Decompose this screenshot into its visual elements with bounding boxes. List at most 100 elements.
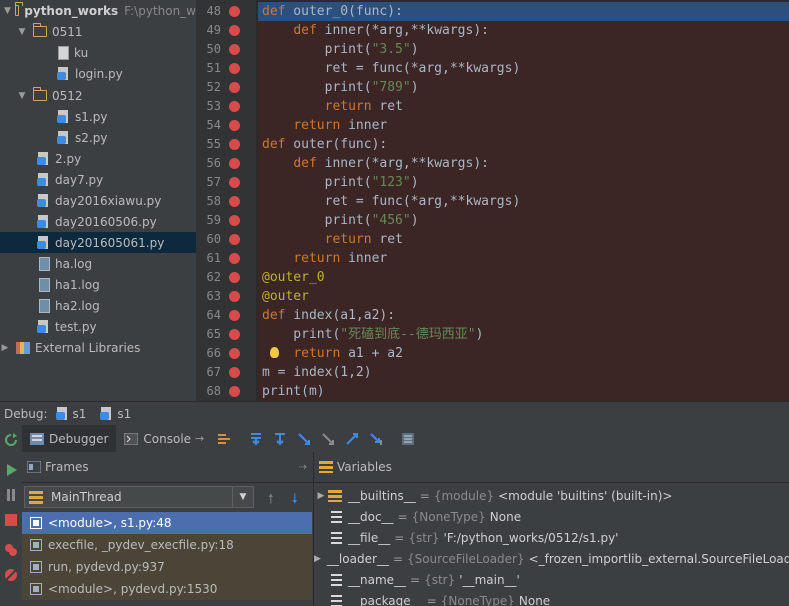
code-line[interactable]: 56 def inner(*arg,**kwargs): [196, 154, 789, 173]
tree-item-python-works[interactable]: ▼ python_works F:\python_w [0, 0, 196, 21]
breakpoint-icon[interactable] [229, 158, 240, 169]
frame-row[interactable]: <module>, s1.py:48 [22, 512, 312, 534]
frame-row[interactable]: execfile, _pydev_execfile.py:18 [22, 534, 312, 556]
code-line[interactable]: 53 return ret [196, 97, 789, 116]
evaluate-expression-icon[interactable] [401, 432, 415, 446]
code-line[interactable]: 65 print("死磕到底--德玛西亚") [196, 325, 789, 344]
tree-item-s1-py[interactable]: s1.py [0, 106, 196, 127]
code-line[interactable]: 63 @outer [196, 287, 789, 306]
view-breakpoints-icon[interactable] [4, 543, 18, 557]
variable-row[interactable]: __file__ = {str} 'F:/python_works/0512/s1.p… [314, 527, 789, 548]
breakpoint-icon[interactable] [229, 234, 240, 245]
force-step-into-icon[interactable] [321, 432, 335, 446]
breakpoint-icon[interactable] [229, 310, 240, 321]
code-line[interactable]: 49 def inner(*arg,**kwargs): [196, 21, 789, 40]
breakpoint-icon[interactable] [229, 253, 240, 264]
step-over-icon[interactable] [249, 432, 263, 446]
arrow-up-icon[interactable]: 🠕 [268, 490, 274, 512]
code-line[interactable]: 60 return ret [196, 230, 789, 249]
tab-console[interactable]: Console → [116, 425, 212, 452]
tree-item-login-py[interactable]: login.py [0, 63, 196, 84]
rerun-icon[interactable] [4, 433, 18, 447]
code-line[interactable]: 52 print("789") [196, 78, 789, 97]
chevron-down-icon[interactable]: ▼ [17, 27, 27, 37]
tab-debugger[interactable]: Debugger [22, 425, 117, 452]
breakpoint-icon[interactable] [229, 367, 240, 378]
variable-row[interactable]: ▶ __builtins__ = {module} <module 'builtins'… [314, 485, 789, 506]
tree-item-external-libraries[interactable]: ▶ External Libraries [0, 337, 196, 358]
breakpoint-icon[interactable] [229, 25, 240, 36]
code-line[interactable]: 67 m = index(1,2) [196, 363, 789, 382]
code-line[interactable]: 57 print("123") [196, 173, 789, 192]
code-line[interactable]: 50 print("3.5") [196, 40, 789, 59]
tree-item-0512[interactable]: ▼ 0512 [0, 85, 196, 106]
chevron-right-icon[interactable]: ▶ [314, 554, 321, 564]
chevron-right-icon[interactable]: ▶ [0, 343, 10, 353]
code-line[interactable]: 61 return inner [196, 249, 789, 268]
chevron-down-icon[interactable]: ▼ [232, 487, 253, 507]
show-execution-point-icon[interactable] [217, 432, 231, 446]
breakpoint-icon[interactable] [229, 177, 240, 188]
step-into-icon[interactable] [273, 432, 287, 446]
tree-item-day2016xiawu-py[interactable]: day2016xiawu.py [0, 190, 196, 211]
run-tab-s1-second[interactable]: s1 [100, 407, 131, 421]
step-out-icon[interactable] [345, 432, 359, 446]
breakpoint-icon[interactable] [229, 82, 240, 93]
resume-icon[interactable] [4, 463, 18, 477]
code-line[interactable]: 55 def outer(func): [196, 135, 789, 154]
run-to-cursor-icon[interactable] [369, 432, 383, 446]
tree-item-ku[interactable]: ku [0, 42, 196, 63]
code-line[interactable]: 68 print(m) [196, 382, 789, 401]
tree-item-ha2-log[interactable]: ha2.log [0, 295, 196, 316]
step-into-my-code-icon[interactable] [297, 432, 311, 446]
tree-item-test-py[interactable]: test.py [0, 316, 196, 337]
code-line[interactable]: 64 def index(a1,a2): [196, 306, 789, 325]
breakpoint-icon[interactable] [229, 272, 240, 283]
code-line[interactable]: 58 ret = func(*arg,**kwargs) [196, 192, 789, 211]
tree-item-ha1-log[interactable]: ha1.log [0, 274, 196, 295]
thread-select[interactable]: MainThread ▼ [24, 486, 254, 508]
breakpoint-icon[interactable] [229, 329, 240, 340]
run-tab-s1[interactable]: s1 [55, 407, 86, 421]
frame-row[interactable]: <module>, pydevd.py:1530 [22, 578, 312, 600]
tree-item-day201605061-py[interactable]: day201605061.py [0, 232, 196, 253]
variable-row[interactable]: ▶ __loader__ = {SourceFileLoader} <_frozen_i… [314, 548, 789, 569]
mute-breakpoints-icon[interactable] [4, 568, 18, 582]
stop-icon[interactable] [4, 513, 18, 527]
breakpoint-icon[interactable] [229, 6, 240, 17]
breakpoint-icon[interactable] [229, 291, 240, 302]
breakpoint-icon[interactable] [229, 386, 240, 397]
arrow-down-icon[interactable]: 🠗 [292, 490, 298, 512]
breakpoint-icon[interactable] [229, 101, 240, 112]
breakpoint-icon[interactable] [229, 63, 240, 74]
chevron-down-icon[interactable]: ▼ [4, 6, 11, 16]
breakpoint-icon[interactable] [229, 44, 240, 55]
code-line[interactable]: 51 ret = func(*arg,**kwargs) [196, 59, 789, 78]
tree-item-0511[interactable]: ▼ 0511 [0, 21, 196, 42]
chevron-down-icon[interactable]: ▼ [17, 91, 27, 101]
hide-panel-icon[interactable]: ⇢ [299, 462, 307, 473]
pause-icon[interactable] [4, 488, 18, 502]
tree-item-s2-py[interactable]: s2.py [0, 127, 196, 148]
variable-row[interactable]: __doc__ = {NoneType} None [314, 506, 789, 527]
variable-row[interactable]: __package__ = {NoneType} None [314, 590, 789, 606]
code-line[interactable]: 54 return inner [196, 116, 789, 135]
frame-row[interactable]: run, pydevd.py:937 [22, 556, 312, 578]
tree-item-2-py[interactable]: 2.py [0, 148, 196, 169]
variable-row[interactable]: __name__ = {str} '__main__' [314, 569, 789, 590]
breakpoint-icon[interactable] [229, 139, 240, 150]
breakpoint-icon[interactable] [229, 196, 240, 207]
code-line[interactable]: 48 def outer_0(func): [196, 2, 789, 21]
code-line[interactable]: 66 return a1 + a2 [196, 344, 789, 363]
code-line[interactable]: 59 print("456") [196, 211, 789, 230]
breakpoint-icon[interactable] [229, 215, 240, 226]
code-line[interactable]: 62 @outer_0 [196, 268, 789, 287]
code-editor[interactable]: 48 def outer_0(func): 49 def inner(*arg,**… [196, 0, 789, 401]
tree-item-day7-py[interactable]: day7.py [0, 169, 196, 190]
tree-item-day20160506-py[interactable]: day20160506.py [0, 211, 196, 232]
breakpoint-icon[interactable] [229, 120, 240, 131]
chevron-right-icon[interactable]: ▶ [314, 491, 328, 501]
tree-item-ha-log[interactable]: ha.log [0, 253, 196, 274]
console-arrow-icon[interactable]: → [195, 432, 204, 445]
breakpoint-icon[interactable] [229, 348, 240, 359]
